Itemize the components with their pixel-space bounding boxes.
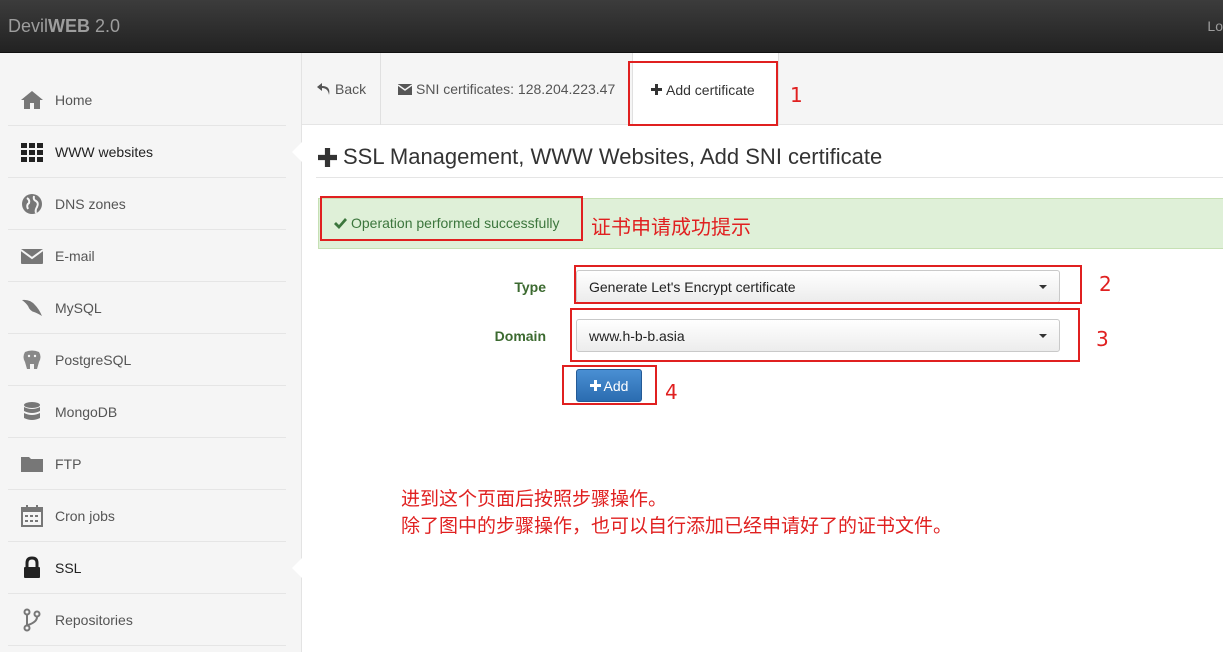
sidebar-item-label: SSL [55, 559, 82, 576]
sidebar-item-ssl[interactable]: SSL [8, 542, 286, 594]
tab-back[interactable]: Back [302, 53, 381, 125]
sidebar-item-label: DNS zones [55, 195, 126, 212]
annotation-box-step4 [562, 365, 657, 405]
page-title: SSL Management, WWW Websites, Add SNI ce… [318, 144, 882, 170]
annotation-line2: 除了图中的步骤操作，也可以自行添加已经申请好了的证书文件。 [401, 515, 953, 537]
folder-icon [20, 452, 44, 476]
grid-icon [20, 140, 44, 164]
brand-version: 2.0 [90, 16, 121, 36]
database-icon [20, 400, 44, 424]
lock-icon [20, 555, 44, 580]
divider [316, 177, 1223, 178]
top-navbar: DevilWEB 2.0 Lo [0, 0, 1223, 53]
calendar-icon [20, 504, 44, 528]
annotation-success-note: 证书申请成功提示 [591, 215, 751, 239]
home-icon [20, 88, 44, 112]
annotation-box-step1 [628, 61, 778, 126]
domain-label: Domain [494, 328, 546, 344]
annotation-line1: 进到这个页面后按照步骤操作。 [401, 488, 668, 510]
logout-link[interactable]: Lo [1207, 18, 1223, 34]
sidebar-item-email[interactable]: E-mail [8, 230, 286, 282]
sidebar-item-mysql[interactable]: MySQL [8, 282, 286, 334]
tab-sni-certificates[interactable]: SNI certificates: 128.204.223.47 [381, 53, 633, 125]
dolphin-icon [20, 296, 44, 320]
annotation-box-success [320, 196, 583, 241]
sidebar-item-label: E-mail [55, 247, 95, 264]
brand-bold: WEB [48, 16, 91, 36]
sidebar-item-label: MySQL [55, 299, 102, 316]
sidebar-item-postgresql[interactable]: PostgreSQL [8, 334, 286, 386]
sidebar: Home WWW websites DNS zones E-mail MySQL [0, 53, 302, 652]
active-indicator [292, 142, 302, 162]
sidebar-item-repositories[interactable]: Repositories [8, 594, 286, 646]
sidebar-item-dns-zones[interactable]: DNS zones [8, 178, 286, 230]
sidebar-item-mongodb[interactable]: MongoDB [8, 386, 286, 438]
branch-icon [20, 608, 44, 632]
annotation-step1: 1 [790, 83, 803, 107]
sidebar-item-ftp[interactable]: FTP [8, 438, 286, 490]
elephant-icon [20, 348, 44, 372]
brand-light: Devil [8, 16, 49, 36]
sidebar-item-label: Cron jobs [55, 507, 115, 524]
globe-icon [20, 192, 44, 216]
envelope-icon [20, 244, 44, 268]
annotation-box-step2 [574, 265, 1082, 304]
sidebar-item-home[interactable]: Home [8, 74, 286, 126]
tab-back-label: Back [335, 81, 367, 97]
plus-icon [318, 147, 337, 167]
page-title-text: SSL Management, WWW Websites, Add SNI ce… [343, 144, 883, 169]
sidebar-item-label: FTP [55, 455, 82, 472]
back-arrow-icon [317, 83, 330, 95]
type-label: Type [514, 279, 546, 295]
sidebar-item-label: Home [55, 91, 93, 108]
sidebar-item-label: Repositories [55, 611, 133, 628]
annotation-step4: 4 [665, 380, 678, 404]
active-indicator [292, 558, 302, 578]
tab-sni-label: SNI certificates: 128.204.223.47 [416, 81, 616, 97]
sidebar-item-cron-jobs[interactable]: Cron jobs [8, 490, 286, 542]
annotation-instructions: 进到这个页面后按照步骤操作。 除了图中的步骤操作，也可以自行添加已经申请好了的证… [401, 486, 952, 540]
envelope-icon [398, 83, 412, 95]
annotation-box-step3 [570, 308, 1080, 362]
sidebar-item-label: MongoDB [55, 403, 118, 420]
annotation-step3: 3 [1096, 327, 1109, 351]
sidebar-item-label: WWW websites [55, 143, 153, 160]
sidebar-item-www-websites[interactable]: WWW websites [8, 126, 286, 178]
brand-logo[interactable]: DevilWEB 2.0 [8, 16, 120, 37]
annotation-step2: 2 [1099, 272, 1112, 296]
sidebar-item-label: PostgreSQL [55, 351, 132, 368]
